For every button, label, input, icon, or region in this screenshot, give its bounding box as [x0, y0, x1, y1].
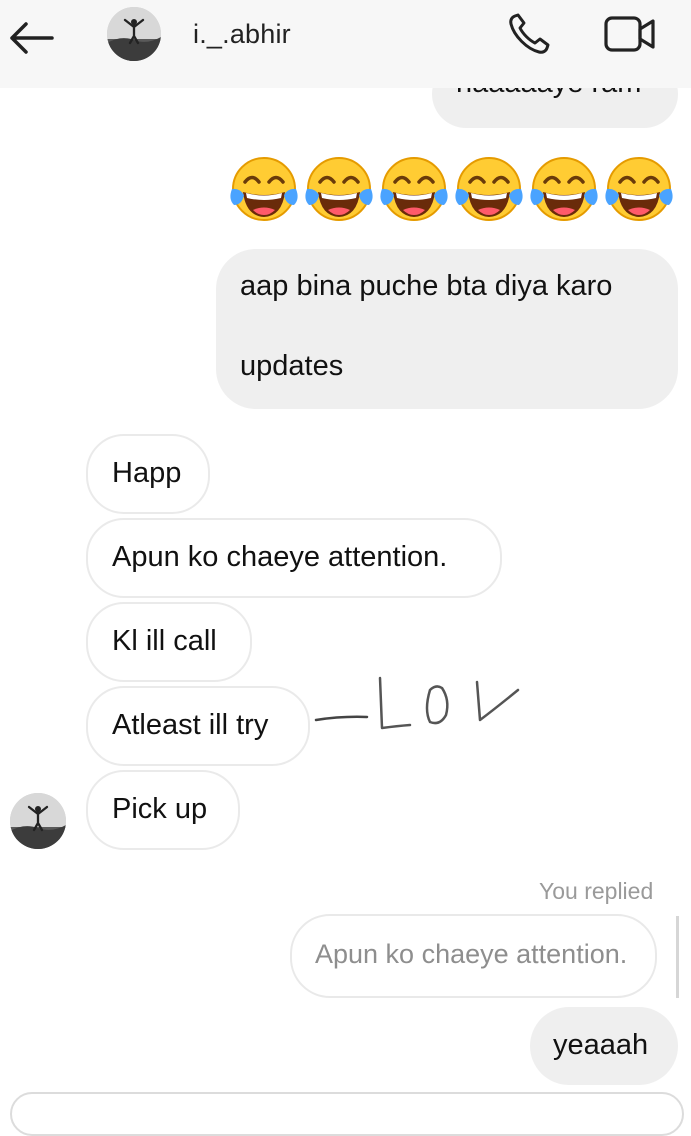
- face-with-tears-of-joy-icon: [605, 157, 673, 221]
- face-with-tears-of-joy-icon: [230, 157, 298, 221]
- chat-header: i._.abhir: [0, 0, 691, 88]
- message-text: Happ: [112, 457, 182, 489]
- message-received[interactable]: Apun ko chaeye attention.: [86, 518, 502, 598]
- avatar[interactable]: [107, 7, 161, 61]
- message-received[interactable]: Happ: [86, 434, 210, 514]
- reply-label: You replied: [539, 878, 654, 904]
- quoted-text: Apun ko chaeye attention.: [315, 939, 628, 969]
- video-camera-icon[interactable]: [602, 12, 658, 56]
- quoted-reply[interactable]: Apun ko chaeye attention.: [290, 914, 657, 998]
- arrow-left-icon[interactable]: [6, 18, 56, 58]
- emoji-message[interactable]: [228, 155, 678, 223]
- handwritten-annotation: [314, 676, 520, 730]
- reply-indicator-bar: [676, 916, 679, 998]
- profile-photo: [107, 7, 161, 61]
- message-sent[interactable]: yeaaah: [530, 1007, 678, 1085]
- face-with-tears-of-joy-icon: [305, 157, 373, 221]
- message-text: Apun ko chaeye attention.: [112, 541, 448, 573]
- sender-avatar[interactable]: [10, 793, 66, 849]
- message-text-line2: updates: [240, 350, 344, 382]
- message-input[interactable]: [10, 1092, 684, 1136]
- message-received[interactable]: Atleast ill try: [86, 686, 310, 766]
- face-with-tears-of-joy-icon: [455, 157, 523, 221]
- message-sent[interactable]: aap bina puche bta diya karo updates: [216, 249, 678, 409]
- message-text: Atleast ill try: [112, 709, 269, 741]
- message-received[interactable]: Pick up: [86, 770, 240, 850]
- profile-photo: [10, 793, 66, 849]
- phone-icon[interactable]: [505, 10, 553, 58]
- message-text: Kl ill call: [112, 625, 217, 657]
- chat-username[interactable]: i._.abhir: [193, 19, 291, 50]
- message-text: Pick up: [112, 793, 208, 825]
- face-with-tears-of-joy-icon: [380, 157, 448, 221]
- message-received[interactable]: Kl ill call: [86, 602, 252, 682]
- message-text-line1: aap bina puche bta diya karo: [240, 270, 613, 302]
- face-with-tears-of-joy-icon: [530, 157, 598, 221]
- message-text: yeaaah: [553, 1029, 649, 1061]
